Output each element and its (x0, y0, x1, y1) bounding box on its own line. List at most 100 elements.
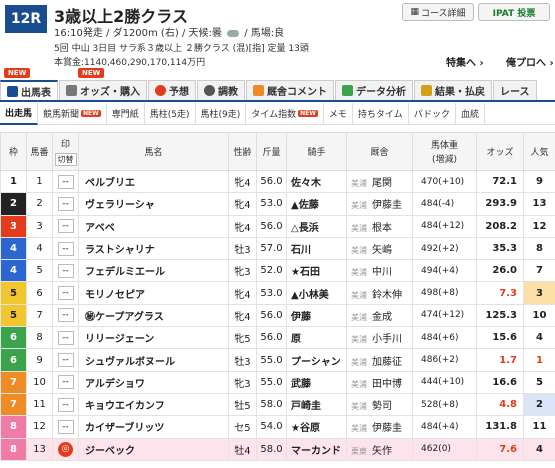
horse-name-link[interactable]: アルデショワ (78, 370, 229, 394)
horse-name-link[interactable]: ペルブリエ (78, 169, 229, 194)
race-header: 12R 3歳以上2勝クラス 16:10発走 / ダ1200m (右) / 天候:… (0, 0, 555, 69)
sexage-cell: 牝3 (228, 259, 257, 283)
trainer-link[interactable]: 勢司 (372, 401, 392, 412)
horse-name-link[interactable]: ヴェラリーシャ (78, 192, 229, 216)
sexage-cell: 牝4 (228, 169, 257, 194)
mark-select[interactable]: -- (57, 196, 74, 211)
jockey-link[interactable]: マーカンド (286, 437, 347, 461)
subtab-newspaper[interactable]: 競馬新聞 NEW (38, 102, 107, 125)
trainer-link[interactable]: 尾関 (372, 178, 392, 189)
tab-odds[interactable]: オッズ・購入 (59, 80, 147, 100)
weight-cell: 484(+4) (412, 415, 477, 439)
subtab-best-time[interactable]: 持ちタイム (353, 102, 409, 125)
table-row[interactable]: 5 6 -- モリノセピア 牝4 53.0 ▲小林美 美浦 鈴木伸 498(+8) 7.3 3 (0, 281, 555, 305)
special-feature-link[interactable]: 特集へ › (446, 54, 484, 69)
trainer-link[interactable]: 金成 (372, 312, 392, 323)
subtab-umabashira-5[interactable]: 馬柱(5走) (145, 102, 196, 125)
jockey-link[interactable]: ★石田 (286, 259, 347, 283)
new-badge: NEW (78, 68, 105, 78)
jockey-link[interactable]: ▲小林美 (286, 281, 347, 305)
mark-select[interactable]: -- (57, 353, 74, 368)
honmei-mark[interactable]: ◎ (58, 441, 73, 457)
umaban-cell: 7 (26, 303, 53, 328)
tab-training[interactable]: 調教 (197, 80, 245, 100)
trainer-link[interactable]: 矢作 (372, 446, 392, 457)
odds-cell: 1.7 (476, 348, 524, 372)
horse-name-link[interactable]: ㊙ケープアグラス (78, 303, 229, 328)
tab-prediction[interactable]: 予想 (148, 80, 196, 100)
subtab-specialist-paper[interactable]: 専門紙 (107, 102, 145, 125)
kinryo-cell: 52.0 (256, 259, 287, 283)
table-row[interactable]: 6 8 -- リリージェーン 牝5 56.0 原美浦 小手川 484(+6) 15.6 4 (0, 326, 555, 350)
trainer-link[interactable]: 小手川 (372, 334, 402, 345)
subtab-umabashira-9[interactable]: 馬柱(9走) (196, 102, 247, 125)
trainer-link[interactable]: 加藤征 (372, 357, 402, 368)
table-row[interactable]: 6 9 -- シュヴァルボヌール 牡3 55.0 プーシャン 美浦 加藤征 486(+2) 1.7 1 (0, 348, 555, 372)
subtab-paddock[interactable]: パドック (409, 102, 456, 125)
ore-pro-link[interactable]: 俺プロへ › (506, 54, 554, 69)
table-row[interactable]: 2 2 -- ヴェラリーシャ 牝4 53.0 ▲佐藤 美浦 伊藤圭 484(-4) 293.9 13 (0, 192, 555, 216)
table-row[interactable]: 8 12 -- カイザーブリッツ セ5 54.0 ★谷原 美浦 伊藤圭 484(+4) 131.8 1… (0, 415, 555, 439)
table-row[interactable]: 8 13 ◎ ジーベック 牡4 58.0 マーカンド 栗東 矢作 462(0) 7.6 4 (0, 437, 555, 461)
jockey-link[interactable]: ★谷原 (286, 415, 347, 439)
mark-select[interactable]: -- (57, 330, 74, 345)
subtab-runners[interactable]: 出走馬 (0, 102, 39, 125)
mark-select[interactable]: -- (57, 308, 74, 323)
mark-select[interactable]: -- (57, 419, 74, 434)
mark-select[interactable]: -- (57, 263, 74, 278)
table-row[interactable]: 5 7 -- ㊙ケープアグラス 牝4 56.0 伊藤 美浦 金成 474(+12) 125.3 10 (0, 303, 555, 328)
jockey-link[interactable]: △長浜 (286, 214, 347, 238)
horse-name-link[interactable]: カイザーブリッツ (78, 415, 229, 439)
horse-name-link[interactable]: モリノセピア (78, 281, 229, 305)
trainer-link[interactable]: 伊藤圭 (372, 423, 402, 434)
course-detail-button[interactable]: ▦ コース詳細 (402, 3, 474, 21)
tab-stable-comment[interactable]: 厩舎コメント (246, 80, 334, 100)
horse-name-link[interactable]: リリージェーン (78, 326, 229, 350)
race-meeting-line: 5回 中山 3日目 サラ系３歳以上 ２勝クラス (混)[指] 定量 13頭 (54, 41, 309, 54)
trainer-link[interactable]: 中川 (372, 267, 392, 278)
mark-select[interactable]: -- (57, 174, 74, 189)
trainer-cell: 栗東 矢作 (346, 437, 413, 461)
mark-select[interactable]: -- (57, 397, 74, 412)
mark-select[interactable]: -- (57, 241, 74, 256)
trainer-link[interactable]: 鈴木伸 (372, 290, 402, 301)
trainer-link[interactable]: 根本 (372, 223, 392, 234)
jockey-link[interactable]: 戸崎圭 (286, 392, 347, 417)
table-row[interactable]: 3 3 -- アベベ 牝4 56.0 △長浜 美浦 根本 484(+12) 208.2 12 (0, 214, 555, 238)
mark-select[interactable]: -- (57, 219, 74, 234)
subtab-memo[interactable]: メモ (324, 102, 353, 125)
trainer-link[interactable]: 伊藤圭 (372, 200, 402, 211)
horse-name-link[interactable]: キョウエイカンフ (78, 392, 229, 417)
horse-name-link[interactable]: ラストシャリナ (78, 236, 229, 261)
jockey-link[interactable]: 伊藤 (286, 303, 347, 328)
table-row[interactable]: 7 11 -- キョウエイカンフ 牡5 58.0 戸崎圭 美浦 勢司 528(+8) 4.8 2 (0, 392, 555, 417)
subtab-time-index[interactable]: タイム指数 NEW (246, 102, 324, 125)
ninki-cell: 3 (523, 281, 555, 305)
table-row[interactable]: 4 4 -- ラストシャリナ 牡3 57.0 石川 美浦 矢嶋 492(+2) 35.3 8 (0, 236, 555, 261)
tab-shutsuba[interactable]: 出馬表 (0, 80, 58, 100)
jockey-link[interactable]: 武藤 (286, 370, 347, 394)
table-row[interactable]: 1 1 -- ペルブリエ 牝4 56.0 佐々木 美浦 尾関 470(+10) 72.1 9 (0, 169, 555, 194)
jockey-link[interactable]: 石川 (286, 236, 347, 261)
horse-name-link[interactable]: シュヴァルボヌール (78, 348, 229, 372)
tab-results[interactable]: 結果・払戻 (414, 80, 492, 100)
horse-name-link[interactable]: フェデルミエール (78, 259, 229, 283)
mark-select[interactable]: -- (57, 375, 74, 390)
table-row[interactable]: 4 5 -- フェデルミエール 牝3 52.0 ★石田 美浦 中川 494(+4) 26.0 7 (0, 259, 555, 283)
subtab-pedigree[interactable]: 血統 (456, 102, 486, 125)
horse-name-link[interactable]: ジーベック (78, 437, 229, 461)
ipat-button[interactable]: IPAT 投票 (478, 3, 550, 21)
jockey-link[interactable]: ▲佐藤 (286, 192, 347, 216)
jockey-link[interactable]: 原 (286, 326, 347, 350)
umaban-cell: 10 (26, 370, 53, 394)
mark-select[interactable]: -- (57, 286, 74, 301)
sort-toggle-button[interactable]: 切替 (54, 153, 77, 166)
jockey-link[interactable]: プーシャン (286, 348, 347, 372)
trainer-link[interactable]: 田中博 (372, 379, 402, 390)
tab-race[interactable]: レース (493, 80, 537, 100)
jockey-link[interactable]: 佐々木 (286, 169, 347, 194)
trainer-link[interactable]: 矢嶋 (372, 245, 392, 256)
tab-data-analysis[interactable]: データ分析 (335, 80, 413, 100)
table-row[interactable]: 7 10 -- アルデショワ 牝3 55.0 武藤 美浦 田中博 444(+10) 16.6 5 (0, 370, 555, 394)
horse-name-link[interactable]: アベベ (78, 214, 229, 238)
